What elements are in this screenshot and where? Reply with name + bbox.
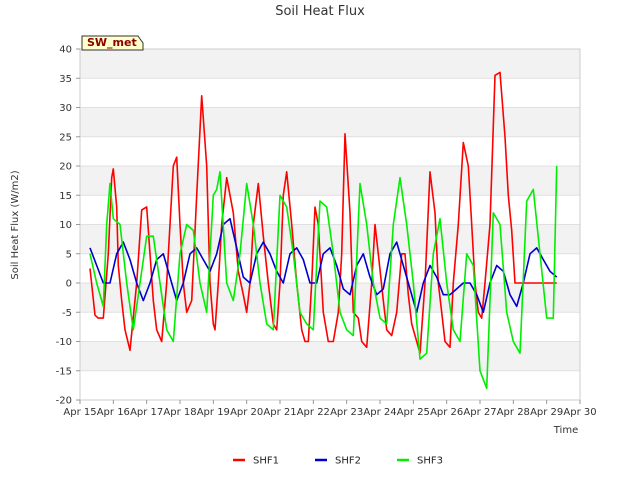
y-axis-ticks: -20 -15 -10 -5 0 5 10 15 20 25 30 35 40 (56, 45, 80, 407)
legend-label-shf1: SHF1 (253, 456, 279, 467)
soil-heat-flux-chart: Apr 15 Apr 16 Apr 17 Apr 18 Apr 19 Apr 20 Apr … (10, 4, 597, 467)
y-tick-label: 35 (59, 74, 72, 85)
grid-band (80, 341, 580, 371)
x-tick-label: Apr 15 (63, 407, 96, 418)
y-tick-label: 15 (59, 191, 72, 202)
y-tick-label: 0 (66, 279, 72, 290)
x-tick-label: Apr 17 (130, 407, 163, 418)
legend-label-shf3: SHF3 (417, 456, 443, 467)
x-tick-label: Apr 26 (430, 407, 463, 418)
y-tick-label: -10 (56, 337, 72, 348)
x-tick-label: Apr 20 (230, 407, 263, 418)
x-axis-ticks: Apr 15 Apr 16 Apr 17 Apr 18 Apr 19 Apr 20 Apr … (63, 400, 597, 418)
x-tick-label: Apr 30 (563, 407, 596, 418)
x-tick-label: Apr 24 (363, 407, 396, 418)
x-tick-label: Apr 28 (497, 407, 530, 418)
y-tick-label: -15 (56, 366, 72, 377)
y-tick-label: 30 (59, 103, 72, 114)
x-axis-title: Time (553, 425, 578, 436)
x-tick-label: Apr 18 (163, 407, 196, 418)
site-label-badge: SW_met (81, 35, 144, 51)
y-tick-label: 5 (66, 249, 72, 260)
site-label: SW_met (87, 36, 137, 49)
legend: SHF1 SHF2 SHF3 (233, 456, 443, 467)
grid-band (80, 166, 580, 196)
x-tick-label: Apr 23 (330, 407, 363, 418)
y-tick-label: 40 (59, 45, 72, 56)
x-tick-label: Apr 29 (530, 407, 563, 418)
y-tick-label: 20 (59, 162, 72, 173)
x-tick-label: Apr 19 (197, 407, 230, 418)
y-tick-label: -20 (56, 396, 72, 407)
x-tick-label: Apr 16 (97, 407, 130, 418)
y-axis-title: Soil Heat Flux (W/m2) (10, 170, 21, 279)
x-tick-label: Apr 21 (263, 407, 296, 418)
y-tick-label: 10 (59, 220, 72, 231)
y-tick-label: 25 (59, 132, 72, 143)
legend-label-shf2: SHF2 (335, 456, 361, 467)
grid-band (80, 49, 580, 79)
x-tick-label: Apr 27 (463, 407, 496, 418)
y-tick-label: -5 (62, 308, 72, 319)
chart-title: Soil Heat Flux (275, 4, 365, 19)
x-tick-label: Apr 22 (297, 407, 330, 418)
x-tick-label: Apr 25 (397, 407, 430, 418)
